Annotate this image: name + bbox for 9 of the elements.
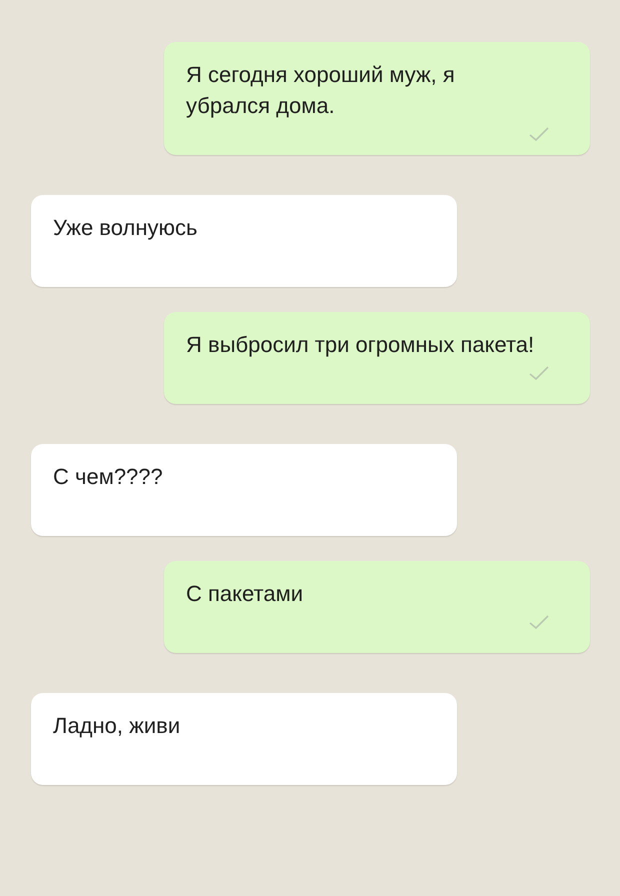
message-text: Я выбросил три огромных пакета!: [186, 331, 536, 359]
message-text: Я сегодня хороший муж, я убрался дома.: [186, 61, 456, 120]
message-text: Ладно, живи: [53, 712, 182, 740]
checkmark-icon: [528, 127, 550, 141]
checkmark-icon: [528, 366, 550, 380]
message-text: С пакетами: [186, 580, 304, 608]
message-text: С чем????: [53, 463, 164, 491]
message-text: Уже волнуюсь: [53, 214, 198, 242]
checkmark-icon: [528, 615, 550, 629]
